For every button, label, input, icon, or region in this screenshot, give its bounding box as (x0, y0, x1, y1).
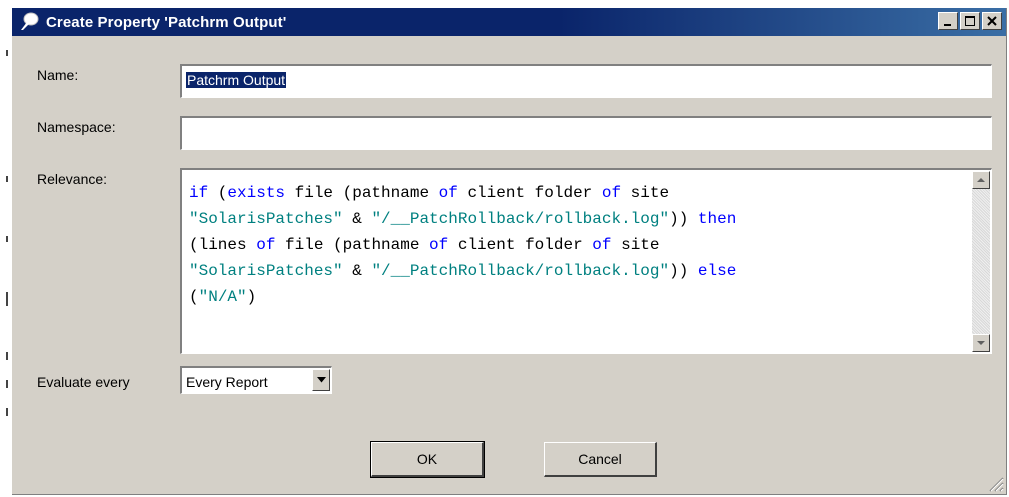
edge-mark (6, 50, 8, 56)
arrow-up-icon (977, 178, 985, 182)
scroll-up-button[interactable] (972, 171, 990, 189)
code-token: & (342, 262, 372, 280)
code-token: (lines (189, 236, 257, 254)
relevance-scrollbar[interactable] (972, 171, 990, 352)
code-token: then (697, 210, 737, 228)
code-token: "N/A" (198, 288, 247, 306)
code-token: of (429, 236, 449, 254)
edge-mark (6, 236, 8, 242)
code-token: of (592, 236, 612, 254)
code-token: )) (669, 210, 689, 228)
code-line: "SolarisPatches" & "/__PatchRollback/rol… (189, 258, 959, 284)
code-token: ( (189, 288, 199, 306)
namespace-field[interactable] (180, 116, 992, 150)
evaluate-dropdown-value: Every Report (186, 374, 268, 390)
edge-mark (6, 352, 8, 360)
code-token: ) (246, 288, 257, 306)
namespace-label: Namespace: (37, 119, 116, 135)
code-token: exists (227, 184, 286, 202)
code-token: file (pathname (285, 184, 439, 202)
code-token: file (pathname (275, 236, 430, 254)
edge-mark (6, 292, 8, 306)
edge-mark (6, 408, 8, 416)
relevance-label: Relevance: (37, 171, 108, 187)
maximize-icon (965, 16, 975, 26)
create-property-dialog: Create Property 'Patchrm Output' Name: P… (12, 8, 1007, 495)
code-token: if (189, 184, 209, 202)
code-token: client folder (457, 184, 602, 202)
code-token: "SolarisPatches" (189, 210, 343, 228)
code-token: "SolarisPatches" (189, 262, 343, 280)
dialog-title: Create Property 'Patchrm Output' (46, 13, 287, 31)
code-token: client folder (448, 236, 593, 254)
chevron-down-icon (316, 377, 326, 383)
edge-mark (6, 176, 8, 182)
minimize-button[interactable] (938, 12, 958, 30)
code-token: else (697, 262, 737, 280)
code-token: of (256, 236, 276, 254)
evaluate-dropdown[interactable]: Every Report (180, 366, 332, 394)
code-token: of (601, 184, 622, 202)
code-token: )) (669, 262, 689, 280)
resize-grip-icon[interactable] (986, 474, 1004, 492)
close-button[interactable] (982, 12, 1002, 30)
ok-button[interactable]: OK (370, 441, 485, 478)
code-token: "/__PatchRollback/rollback.log" (371, 210, 670, 228)
name-label: Name: (37, 67, 79, 83)
background-window-edge (0, 0, 12, 497)
pin-icon (21, 12, 39, 30)
cancel-button[interactable]: Cancel (544, 442, 657, 477)
minimize-icon (944, 24, 951, 26)
code-line: "SolarisPatches" & "/__PatchRollback/rol… (189, 206, 959, 232)
name-field-value: Patchrm Output (186, 72, 287, 88)
code-token: site (611, 236, 660, 254)
arrow-down-icon (977, 341, 985, 345)
relevance-code: if (exists file (pathname of client fold… (189, 180, 959, 310)
close-icon (987, 16, 997, 26)
evaluate-label: Evaluate every (37, 374, 130, 390)
code-line: if (exists file (pathname of client fold… (189, 180, 959, 206)
relevance-editor[interactable]: if (exists file (pathname of client fold… (180, 168, 992, 354)
code-line: ("N/A") (189, 284, 959, 310)
edge-mark (6, 380, 8, 388)
code-token: "/__PatchRollback/rollback.log" (371, 262, 670, 280)
title-bar[interactable]: Create Property 'Patchrm Output' (12, 8, 1006, 36)
scroll-down-button[interactable] (972, 334, 990, 352)
name-field[interactable]: Patchrm Output (180, 64, 992, 98)
maximize-button[interactable] (960, 12, 980, 30)
code-line: (lines of file (pathname of client folde… (189, 232, 959, 258)
code-token: of (438, 184, 458, 202)
code-token: ( (208, 184, 228, 202)
dropdown-button[interactable] (312, 369, 330, 391)
code-token: site (621, 184, 670, 202)
code-token: & (342, 210, 372, 228)
